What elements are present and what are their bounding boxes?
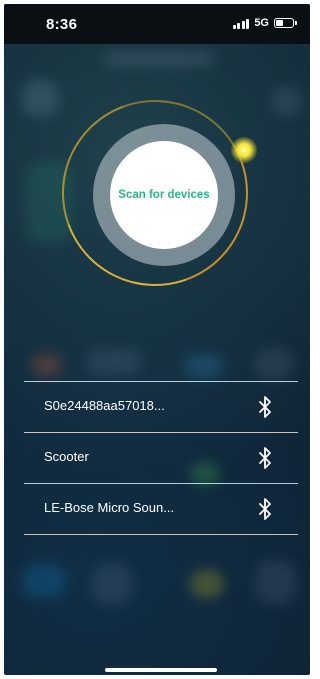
network-type: 5G (254, 17, 269, 29)
device-list: S0e24488aa57018... Scooter LE-Bose Micro… (24, 381, 298, 535)
scan-glow-dot (231, 137, 257, 163)
background-blur (272, 86, 302, 116)
background-blur (86, 349, 142, 375)
app-screen: 8:36 5G Scan for devices S0e24488aa57018… (4, 4, 310, 675)
device-name: Scooter (44, 449, 89, 464)
battery-icon (274, 18, 297, 28)
background-blur (22, 80, 58, 116)
battery-fill (276, 20, 283, 26)
background-blur (190, 570, 224, 598)
status-time: 8:36 (46, 16, 78, 33)
scan-button-label: Scan for devices (118, 189, 210, 201)
device-name: S0e24488aa57018... (44, 398, 165, 413)
scan-button[interactable]: Scan for devices (110, 141, 218, 249)
status-bar: 8:36 5G (4, 4, 310, 44)
signal-icon (232, 18, 250, 29)
status-indicators: 5G (232, 17, 297, 29)
device-row[interactable]: LE-Bose Micro Soun... (24, 483, 298, 534)
background-blur (92, 564, 132, 604)
background-blur (104, 52, 214, 66)
home-indicator[interactable] (105, 668, 217, 672)
list-divider (24, 534, 298, 535)
bluetooth-icon (259, 396, 271, 418)
background-blur (254, 349, 294, 379)
background-blur (22, 564, 66, 598)
background-blur (184, 354, 224, 378)
device-row[interactable]: Scooter (24, 432, 298, 483)
bluetooth-icon (259, 447, 271, 469)
background-blur (32, 354, 62, 376)
device-row[interactable]: S0e24488aa57018... (24, 381, 298, 432)
device-name: LE-Bose Micro Soun... (44, 500, 175, 515)
scanner-radar: Scan for devices (31, 69, 279, 317)
background-blur (256, 560, 296, 604)
bluetooth-icon (259, 498, 271, 520)
